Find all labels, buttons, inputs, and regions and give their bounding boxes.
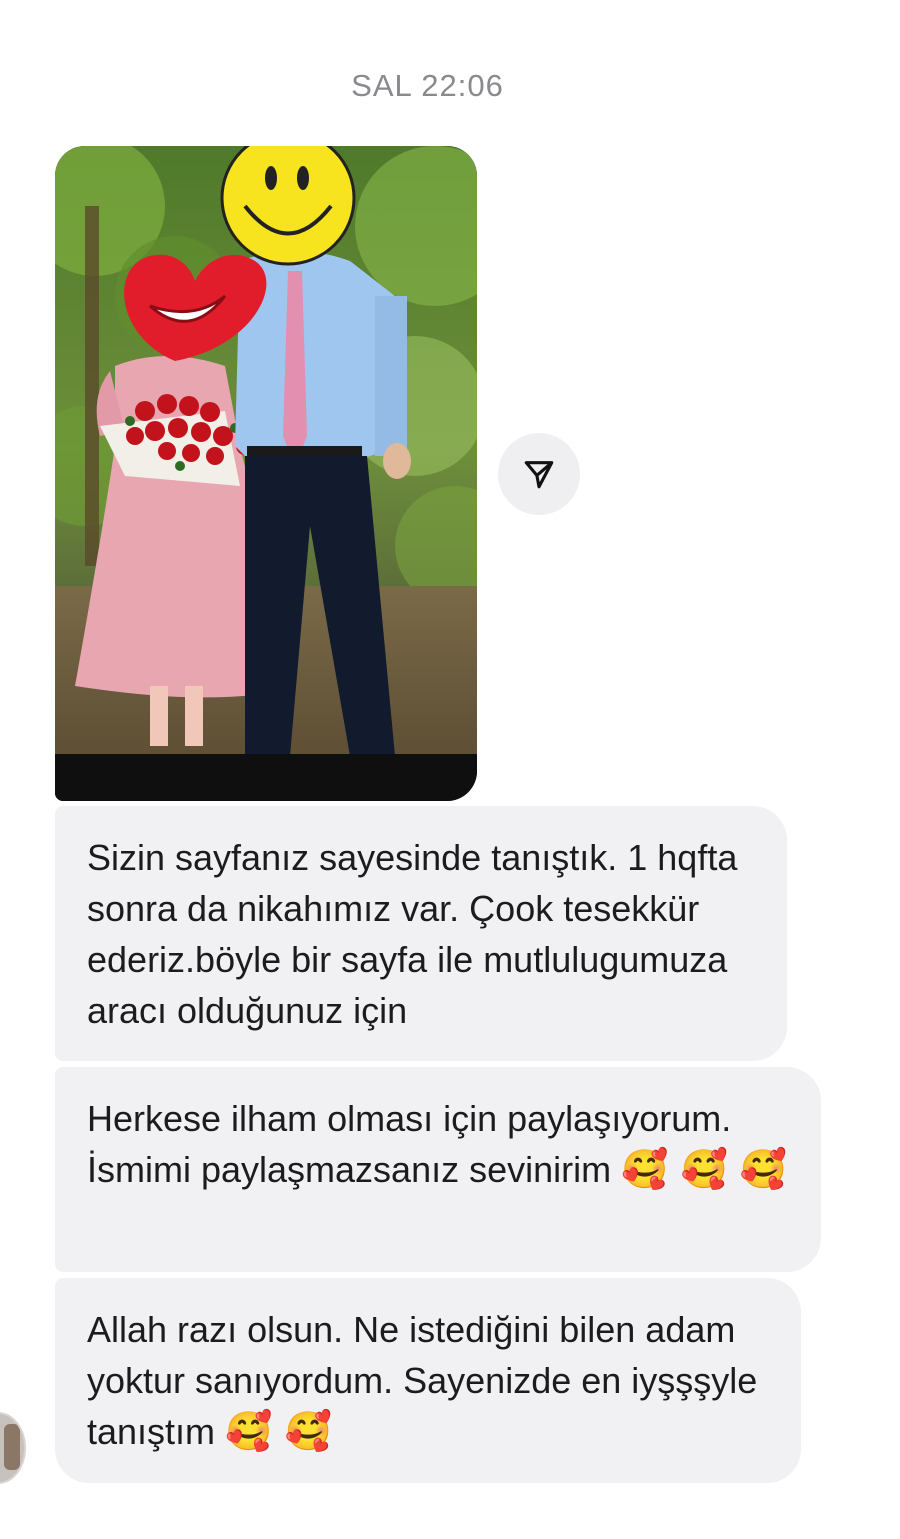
photo-message[interactable] xyxy=(55,146,477,801)
smiling-face-with-hearts-emoji: 🥰 🥰 🥰 xyxy=(621,1147,788,1191)
message-bubble[interactable]: Herkese ilham olması için paylaşıyorum. … xyxy=(55,1067,821,1272)
message-text: Sizin sayfanız sayesinde tanıştık. 1 hqf… xyxy=(87,837,738,1031)
sender-avatar[interactable] xyxy=(0,1412,26,1484)
message-timestamp: SAL 22:06 xyxy=(351,68,504,103)
send-icon xyxy=(524,461,554,489)
message-text: Allah razı olsun. Ne istediğini bilen ad… xyxy=(87,1309,758,1452)
message-bubble[interactable]: Sizin sayfanız sayesinde tanıştık. 1 hqf… xyxy=(55,806,787,1061)
couple-photo xyxy=(55,146,477,801)
message-bubble[interactable]: Allah razı olsun. Ne istediğini bilen ad… xyxy=(55,1278,801,1483)
avatar-image xyxy=(4,1424,20,1470)
smiling-face-with-hearts-emoji: 🥰 🥰 xyxy=(225,1409,332,1453)
share-button[interactable] xyxy=(498,433,580,515)
